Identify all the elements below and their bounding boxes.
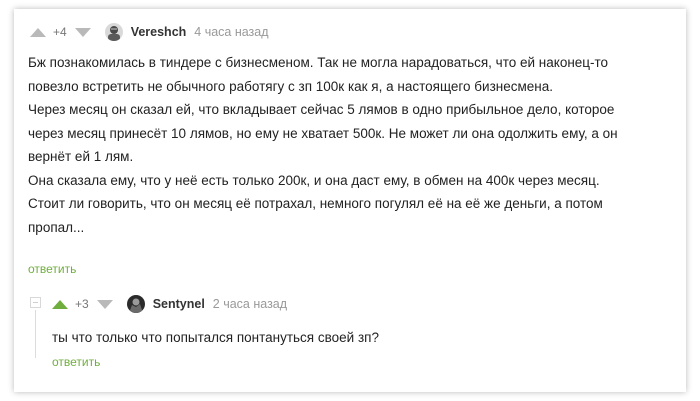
comment-line: Бж познакомилась в тиндере с бизнесменом… [28, 55, 609, 70]
comment-line: Через месяц он сказал ей, что вкладывает… [28, 102, 615, 117]
comment-line: ты что только что попытался понтануться … [52, 330, 379, 345]
comment-text: Бж познакомилась в тиндере с бизнесменом… [28, 51, 618, 239]
comment-line: повезло встретить не обычного работягу с… [28, 78, 553, 94]
comment-line: пропал... [28, 219, 85, 235]
comments-panel: +4 Vereshch 4 часа назад Бж познакомилас… [14, 9, 686, 392]
user-avatar-icon [126, 295, 145, 313]
reply-link[interactable]: ответить [28, 262, 76, 276]
upvote-arrow-icon[interactable] [52, 299, 68, 309]
comment-line: Стоит ли говорить, что он месяц её потра… [28, 196, 603, 211]
comment-header: +3 Sentynel 2 часа назад [52, 295, 287, 313]
user-avatar-icon [104, 23, 123, 41]
comment-rating: +4 [53, 25, 67, 39]
comment-time[interactable]: 2 часа назад [213, 297, 287, 311]
comment-author[interactable]: Vereshch [131, 25, 187, 39]
vote-block: +4 [30, 25, 91, 39]
comment-author[interactable]: Sentynel [153, 297, 205, 311]
upvote-arrow-icon[interactable] [30, 27, 46, 37]
avatar[interactable] [104, 23, 123, 41]
comment-line: Она сказала ему, что у неё есть только 2… [28, 172, 600, 188]
downvote-arrow-icon[interactable] [96, 299, 113, 309]
comment-line: вернёт ей 1 лям. [28, 149, 134, 164]
vote-block: +3 [52, 297, 113, 311]
downvote-arrow-icon[interactable] [74, 27, 91, 37]
comment-line: через месяц принесёт 10 лямов, но ему не… [28, 125, 618, 141]
comment-time[interactable]: 4 часа назад [194, 25, 268, 39]
avatar[interactable] [126, 295, 145, 313]
comment-text: ты что только что попытался понтануться … [52, 326, 379, 350]
comment-rating: +3 [75, 297, 89, 311]
thread-line [35, 310, 36, 358]
comment-header: +4 Vereshch 4 часа назад [30, 23, 269, 41]
reply-link[interactable]: ответить [52, 355, 100, 369]
collapse-thread-button[interactable] [30, 297, 41, 308]
